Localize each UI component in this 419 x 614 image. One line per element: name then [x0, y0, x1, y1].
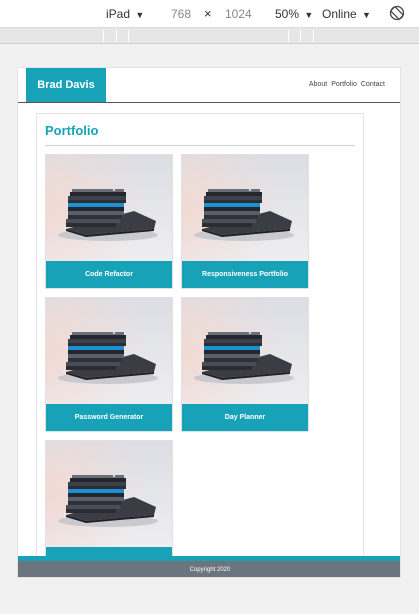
project-card[interactable] [45, 440, 173, 575]
brand-link[interactable]: Brad Davis [26, 68, 106, 102]
project-image [182, 155, 308, 261]
zoom-select[interactable]: 50% ▼ [275, 6, 313, 22]
zoom-select-label: 50% [275, 7, 300, 21]
ruler-mark [300, 30, 301, 42]
project-card[interactable]: Code Refactor [45, 154, 173, 289]
devices-photo [46, 155, 172, 261]
project-card[interactable]: Password Generator [45, 297, 173, 432]
project-card[interactable]: Day Planner [181, 297, 309, 432]
network-throttle-select[interactable]: Online ▼ [322, 6, 371, 22]
project-caption[interactable]: Responsiveness Portfolio [182, 261, 308, 288]
footer: Copyright 2020 [18, 556, 400, 577]
devices-photo [46, 441, 172, 547]
device-select[interactable]: iPad ▼ [106, 6, 144, 22]
chevron-down-icon: ▼ [135, 10, 145, 20]
ruler-mark [116, 30, 117, 42]
device-select-label: iPad [106, 7, 131, 21]
portfolio-section: Portfolio Code Refactor Responsiveness P… [36, 113, 364, 575]
navbar: Brad Davis About Portfolio Contact [18, 68, 400, 103]
project-image [182, 298, 308, 404]
nav-link-portfolio[interactable]: Portfolio [331, 81, 357, 88]
ruler-mark [128, 30, 129, 42]
chevron-down-icon: ▼ [304, 10, 314, 20]
network-throttle-label: Online [322, 7, 357, 21]
nav-link-contact[interactable]: Contact [361, 81, 385, 88]
ruler-mark [313, 30, 314, 42]
height-input[interactable]: 1024 [225, 6, 252, 22]
rotate-icon[interactable] [388, 4, 406, 22]
project-image [46, 441, 172, 547]
emulated-page: Brad Davis About Portfolio Contact Portf… [17, 67, 401, 578]
title-divider [45, 145, 355, 146]
project-card[interactable]: Responsiveness Portfolio [181, 154, 309, 289]
devices-photo [46, 298, 172, 404]
devices-photo [182, 155, 308, 261]
ruler-mark [288, 30, 289, 42]
nav-link-about[interactable]: About [309, 81, 327, 88]
project-caption[interactable]: Day Planner [182, 404, 308, 431]
project-caption[interactable]: Password Generator [46, 404, 172, 431]
footer-copyright: Copyright 2020 [189, 567, 231, 573]
width-input[interactable]: 768 [171, 6, 191, 22]
dimension-separator: × [204, 6, 212, 21]
ruler-mark [103, 30, 104, 42]
devices-photo [182, 298, 308, 404]
project-image [46, 155, 172, 261]
project-caption[interactable]: Code Refactor [46, 261, 172, 288]
media-query-bar [0, 28, 419, 44]
chevron-down-icon: ▼ [362, 10, 371, 20]
device-toolbar: iPad ▼ 768 × 1024 50% ▼ Online ▼ [0, 0, 419, 28]
page-title: Portfolio [45, 123, 99, 138]
project-image [46, 298, 172, 404]
nav-links: About Portfolio Contact [309, 81, 385, 88]
